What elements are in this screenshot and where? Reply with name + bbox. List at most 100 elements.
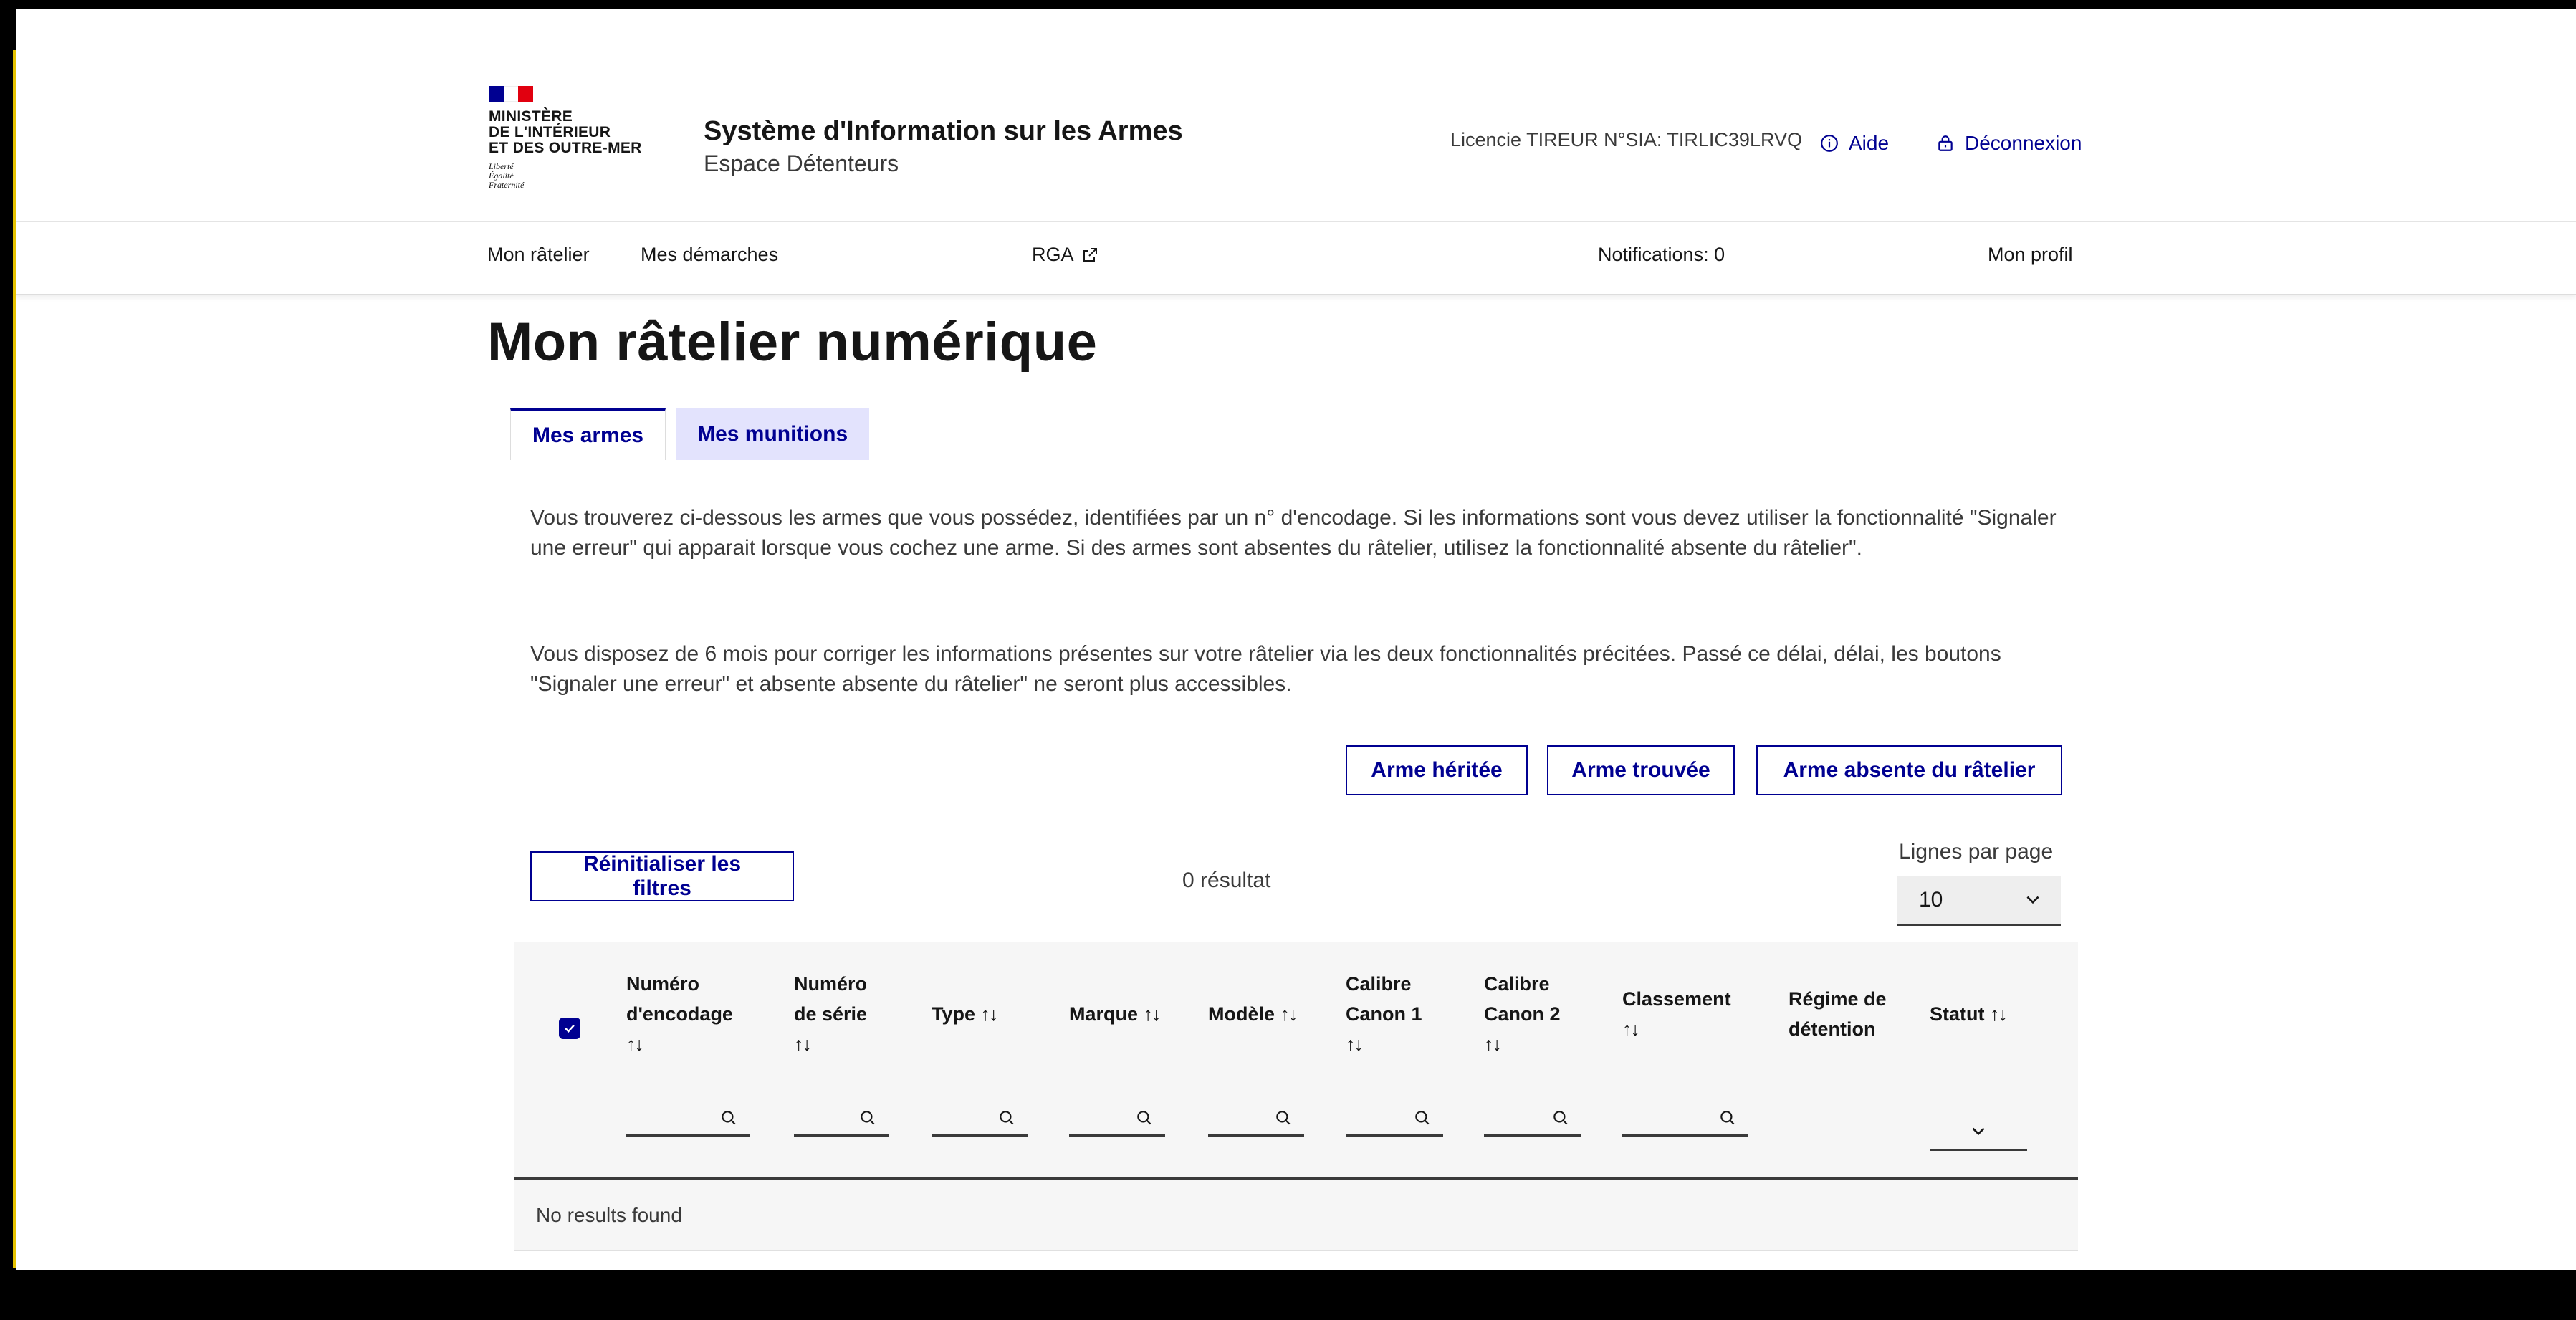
column-header-line: d'encodage	[626, 1003, 733, 1025]
column-header-line: Calibre	[1484, 973, 1550, 995]
filter-numero-encodage-input[interactable]	[626, 1101, 750, 1137]
french-flag-icon	[489, 86, 534, 102]
sort-icon: ↑↓	[794, 1033, 812, 1055]
filter-statut-select[interactable]	[1930, 1114, 2027, 1151]
nav-item-mon-ratelier[interactable]: Mon râtelier	[487, 244, 590, 266]
site-header: MINISTÈRE DE L'INTÉRIEUR ET DES OUTRE-ME…	[16, 9, 2576, 222]
column-header-line: Numéro	[794, 973, 868, 995]
ministry-name-line-3: ET DES OUTRE-MER	[489, 140, 642, 156]
filter-calibre-canon-1-input[interactable]	[1346, 1101, 1443, 1137]
column-header-line: Statut	[1930, 1003, 1985, 1025]
lines-per-page-label: Lignes par page	[1899, 840, 2054, 864]
motto-fraternite: Fraternité	[489, 180, 525, 190]
nav-item-rga[interactable]: RGA	[1032, 244, 1098, 266]
column-header-line: de série	[794, 1003, 868, 1025]
sort-icon: ↑↓	[980, 1003, 999, 1025]
filter-modele-input[interactable]	[1208, 1101, 1304, 1137]
search-icon	[1000, 1110, 1014, 1124]
filter-calibre-canon-2-input[interactable]	[1484, 1101, 1581, 1137]
ministry-name-line-1: MINISTÈRE	[489, 108, 573, 125]
column-header-line: Marque	[1069, 1003, 1139, 1025]
ministry-logo[interactable]: MINISTÈRE DE L'INTÉRIEUR ET DES OUTRE-ME…	[489, 86, 661, 190]
sort-icon: ↑↓	[1622, 1018, 1640, 1040]
column-header-line: Classement	[1622, 988, 1731, 1010]
column-header-numero-serie[interactable]: Numéro de série ↑↓	[794, 969, 867, 1059]
column-header-line: détention	[1789, 1018, 1876, 1040]
column-header-calibre-canon-2[interactable]: Calibre Canon 2 ↑↓	[1484, 969, 1561, 1059]
lines-per-page-value: 10	[1919, 887, 1943, 912]
sort-icon: ↑↓	[1990, 1003, 2008, 1025]
sort-icon: ↑↓	[1143, 1003, 1162, 1025]
sort-icon: ↑↓	[626, 1033, 644, 1055]
column-header-line: Calibre	[1346, 973, 1412, 995]
sort-icon: ↑↓	[1484, 1033, 1502, 1055]
filter-marque-input[interactable]	[1069, 1101, 1165, 1137]
tab-mes-munitions[interactable]: Mes munitions	[676, 408, 870, 460]
intro-paragraph-1: Vous trouverez ci-dessous les armes que …	[530, 506, 2057, 560]
sort-icon: ↑↓	[1346, 1033, 1364, 1055]
main-navigation: Mon râtelier Mes démarches RGA Notificat…	[16, 222, 2576, 295]
reset-filters-button[interactable]: Réinitialiser les filtres	[530, 851, 794, 901]
tab-mes-armes[interactable]: Mes armes	[510, 408, 666, 460]
search-icon	[1720, 1110, 1735, 1124]
aide-label: Aide	[1849, 132, 1890, 154]
site-title[interactable]: Système d'Information sur les Armes	[704, 116, 1183, 147]
results-count: 0 résultat	[1182, 869, 1271, 892]
nav-item-rga-label: RGA	[1032, 244, 1074, 265]
ministry-name-line-2: DE L'INTÉRIEUR	[489, 124, 611, 140]
nav-item-notifications[interactable]: Notifications: 0	[1598, 244, 1725, 266]
licence-info: Licencie TIREUR N°SIA: TIRLIC39LRVQ	[1450, 129, 1802, 150]
column-header-classement[interactable]: Classement ↑↓	[1622, 984, 1731, 1044]
search-icon	[1276, 1110, 1291, 1124]
column-header-line: Type	[932, 1003, 976, 1025]
table-header: Numéro d'encodage ↑↓ Numéro de série ↑↓ …	[514, 942, 2078, 1180]
filter-classement-input[interactable]	[1622, 1101, 1748, 1137]
deconnexion-label: Déconnexion	[1965, 132, 2082, 154]
nav-item-mes-demarches[interactable]: Mes démarches	[641, 244, 778, 266]
column-header-line: Modèle	[1208, 1003, 1275, 1025]
motto-liberte: Liberté	[489, 161, 514, 171]
filter-numero-serie-input[interactable]	[794, 1101, 889, 1137]
column-header-line: Canon 1	[1346, 1003, 1422, 1025]
deconnexion-link[interactable]: Déconnexion	[1936, 132, 2082, 155]
nav-item-mon-profil[interactable]: Mon profil	[1988, 244, 2073, 266]
column-header-modele[interactable]: Modèle ↑↓	[1208, 999, 1298, 1029]
check-icon	[565, 1024, 575, 1033]
chevron-down-icon	[1972, 1127, 1985, 1135]
aide-link[interactable]: Aide	[1820, 132, 1889, 155]
column-header-calibre-canon-1[interactable]: Calibre Canon 1 ↑↓	[1346, 969, 1422, 1059]
column-header-line: Canon 2	[1484, 1003, 1561, 1025]
lock-icon	[1938, 135, 1953, 151]
search-icon	[1553, 1110, 1568, 1124]
arme-heritee-button[interactable]: Arme héritée	[1346, 745, 1528, 795]
column-header-regime-detention: Régime de détention	[1789, 984, 1887, 1044]
intro-paragraph-2: Vous disposez de 6 mois pour corriger le…	[530, 642, 2001, 696]
search-icon	[1415, 1110, 1430, 1124]
page: MINISTÈRE DE L'INTÉRIEUR ET DES OUTRE-ME…	[16, 9, 2576, 1270]
arme-trouvee-button[interactable]: Arme trouvée	[1547, 745, 1735, 795]
filter-type-input[interactable]	[932, 1101, 1028, 1137]
search-icon	[861, 1110, 875, 1124]
tab-list: Mes armes Mes munitions	[510, 408, 870, 460]
column-header-line: Régime de	[1789, 988, 1887, 1010]
site-subtitle: Espace Détenteurs	[704, 150, 899, 176]
column-header-line: Numéro	[626, 973, 700, 995]
empty-results-message: No results found	[536, 1203, 682, 1226]
screen-frame-left	[0, 0, 16, 1270]
screen-frame-top	[0, 0, 2576, 9]
info-icon	[1821, 135, 1838, 152]
republic-motto: Liberté Égalité Fraternité	[489, 162, 661, 190]
column-header-statut[interactable]: Statut ↑↓	[1930, 999, 2008, 1029]
search-icon	[1137, 1110, 1151, 1124]
column-header-numero-encodage[interactable]: Numéro d'encodage ↑↓	[626, 969, 733, 1059]
column-header-type[interactable]: Type ↑↓	[932, 999, 999, 1029]
screen-frame-bottom	[0, 1270, 2576, 1320]
lines-per-page-select[interactable]: 10	[1897, 876, 2061, 926]
arme-absente-button[interactable]: Arme absente du râtelier	[1756, 745, 2062, 795]
column-header-marque[interactable]: Marque ↑↓	[1069, 999, 1162, 1029]
sort-icon: ↑↓	[1280, 1003, 1298, 1025]
page-title: Mon râtelier numérique	[487, 312, 1098, 373]
chevron-down-icon	[2026, 896, 2039, 904]
external-link-icon	[1083, 247, 1097, 262]
select-all-checkbox[interactable]	[559, 1018, 580, 1039]
